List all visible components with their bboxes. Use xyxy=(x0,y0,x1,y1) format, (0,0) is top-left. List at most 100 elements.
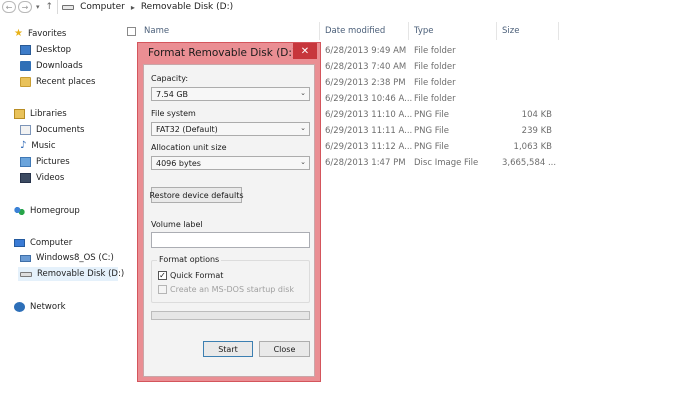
computer-icon xyxy=(14,239,25,247)
breadcrumb-separator-icon[interactable]: ▸ xyxy=(131,3,135,12)
pictures-icon xyxy=(20,157,31,167)
volume-label-caption: Volume label xyxy=(151,220,203,229)
column-header-name[interactable]: Name xyxy=(144,26,169,36)
nav-music[interactable]: ♪ Music xyxy=(20,139,56,153)
nav-pictures[interactable]: Pictures xyxy=(20,155,70,169)
music-icon: ♪ xyxy=(20,140,27,151)
msdos-startup-option: Create an MS-DOS startup disk xyxy=(158,285,294,294)
desktop-icon xyxy=(20,45,31,55)
file-date: 6/29/2013 11:10 A... xyxy=(325,110,413,120)
close-button[interactable]: Close xyxy=(259,341,310,357)
column-divider[interactable] xyxy=(558,22,559,40)
format-dialog: Format Removable Disk (D:) ✕ Capacity: 7… xyxy=(137,42,321,382)
file-date: 6/28/2013 1:47 PM xyxy=(325,158,406,168)
format-options-label: Format options xyxy=(157,255,222,264)
allocation-size-label: Allocation unit size xyxy=(151,143,227,152)
close-icon: ✕ xyxy=(300,45,310,57)
nav-pictures-label: Pictures xyxy=(36,157,70,167)
nav-network[interactable]: Network xyxy=(14,300,66,314)
back-button[interactable]: ← xyxy=(2,1,16,13)
removable-disk-icon xyxy=(20,271,32,277)
file-system-value: FAT32 (Default) xyxy=(156,125,218,134)
nav-downloads-label: Downloads xyxy=(36,61,83,71)
up-arrow-icon[interactable]: ↑ xyxy=(46,2,54,12)
network-icon xyxy=(14,302,25,312)
documents-icon xyxy=(20,125,31,135)
quick-format-option[interactable]: ✓ Quick Format xyxy=(158,271,223,280)
dialog-body: Capacity: 7.54 GB ⌄ File system FAT32 (D… xyxy=(143,64,315,377)
quick-format-checkbox[interactable]: ✓ xyxy=(158,271,167,280)
nav-libraries-label: Libraries xyxy=(30,109,67,119)
column-header-size[interactable]: Size xyxy=(502,26,519,36)
breadcrumb-computer[interactable]: Computer xyxy=(80,2,125,12)
file-type: File folder xyxy=(414,62,456,72)
file-date: 6/28/2013 9:49 AM xyxy=(325,46,407,56)
file-date: 6/29/2013 11:12 A... xyxy=(325,142,413,152)
file-date: 6/29/2013 2:38 PM xyxy=(325,78,406,88)
allocation-size-select[interactable]: 4096 bytes ⌄ xyxy=(151,156,310,170)
breadcrumb[interactable]: Computer ▸ Removable Disk (D:) xyxy=(57,0,233,14)
forward-arrow-icon: → xyxy=(21,2,29,12)
file-type: Disc Image File xyxy=(414,158,479,168)
nav-windows-drive-label: Windows8_OS (C:) xyxy=(36,253,114,263)
restore-defaults-button[interactable]: Restore device defaults xyxy=(149,187,244,203)
file-type: File folder xyxy=(414,78,456,88)
file-type: PNG File xyxy=(414,110,449,120)
start-button-label: Start xyxy=(218,344,238,354)
nav-windows-drive[interactable]: Windows8_OS (C:) xyxy=(20,251,114,265)
format-progress-bar xyxy=(151,311,310,320)
nav-favorites-label: Favorites xyxy=(27,29,67,39)
file-size: 104 KB xyxy=(521,110,552,120)
star-icon: ★ xyxy=(14,28,23,39)
dialog-close-button[interactable]: ✕ xyxy=(293,43,317,59)
nav-recent-places[interactable]: Recent places xyxy=(20,75,95,89)
select-all-checkbox[interactable] xyxy=(127,27,136,36)
column-header-type[interactable]: Type xyxy=(414,26,434,36)
videos-icon xyxy=(20,173,31,183)
nav-documents[interactable]: Documents xyxy=(20,123,84,137)
nav-music-label: Music xyxy=(31,141,56,151)
nav-videos[interactable]: Videos xyxy=(20,171,64,185)
nav-libraries[interactable]: Libraries xyxy=(14,107,67,121)
msdos-startup-label: Create an MS-DOS startup disk xyxy=(170,285,295,294)
recent-places-icon xyxy=(20,77,31,87)
column-divider[interactable] xyxy=(496,22,497,40)
chevron-down-icon: ⌄ xyxy=(300,89,306,97)
column-header-date-modified[interactable]: Date modified xyxy=(325,26,385,36)
allocation-size-value: 4096 bytes xyxy=(156,159,201,168)
file-size: 1,063 KB xyxy=(513,142,552,152)
capacity-label: Capacity: xyxy=(151,74,189,83)
file-type: PNG File xyxy=(414,142,449,152)
column-headers: Name Date modified Type Size xyxy=(124,22,675,40)
libraries-icon xyxy=(14,109,25,119)
nav-homegroup[interactable]: Homegroup xyxy=(14,204,80,218)
column-divider[interactable] xyxy=(319,22,320,40)
nav-removable-disk[interactable]: Removable Disk (D:) xyxy=(18,267,124,281)
recent-locations-dropdown-icon[interactable]: ▾ xyxy=(36,3,40,11)
nav-computer[interactable]: Computer xyxy=(14,236,72,250)
nav-favorites[interactable]: ★ Favorites xyxy=(14,27,66,41)
nav-desktop[interactable]: Desktop xyxy=(20,43,71,57)
drive-icon xyxy=(62,4,75,10)
volume-label-input[interactable] xyxy=(151,232,310,248)
breadcrumb-removable-disk[interactable]: Removable Disk (D:) xyxy=(141,2,233,12)
nav-homegroup-label: Homegroup xyxy=(30,206,80,216)
file-date: 6/28/2013 7:40 AM xyxy=(325,62,407,72)
file-type: File folder xyxy=(414,94,456,104)
restore-defaults-label: Restore device defaults xyxy=(149,190,244,200)
file-type: File folder xyxy=(414,46,456,56)
nav-downloads[interactable]: Downloads xyxy=(20,59,83,73)
navigation-pane: ★ Favorites Desktop Downloads Recent pla… xyxy=(0,22,124,403)
back-arrow-icon: ← xyxy=(5,2,13,12)
column-divider[interactable] xyxy=(408,22,409,40)
file-date: 6/29/2013 11:11 A... xyxy=(325,126,413,136)
nav-recent-places-label: Recent places xyxy=(36,77,96,87)
file-system-select[interactable]: FAT32 (Default) ⌄ xyxy=(151,122,310,136)
file-date: 6/29/2013 10:46 A... xyxy=(325,94,413,104)
nav-videos-label: Videos xyxy=(36,173,65,183)
forward-button[interactable]: → xyxy=(18,1,32,13)
windows-drive-icon xyxy=(20,254,31,262)
capacity-select[interactable]: 7.54 GB ⌄ xyxy=(151,87,310,101)
start-button[interactable]: Start xyxy=(203,341,253,357)
nav-documents-label: Documents xyxy=(36,125,85,135)
